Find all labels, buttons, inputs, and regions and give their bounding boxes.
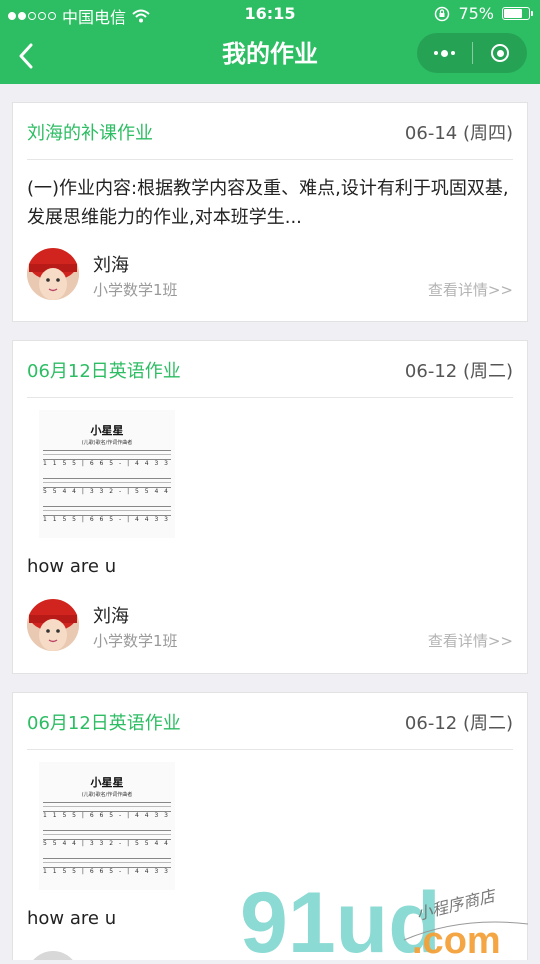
author-row: 刘海 小学数学1班 查看详情>> bbox=[27, 239, 513, 309]
homework-title: 06月12日英语作业 bbox=[27, 361, 181, 382]
sheet-music-title: 小星星 bbox=[90, 776, 124, 789]
homework-card[interactable]: 06月12日英语作业 06-12 (周二) 小星星 (儿歌)歌名/作词作曲者 1… bbox=[12, 692, 528, 960]
back-button[interactable] bbox=[8, 38, 44, 74]
homework-content: (一)作业内容:根据教学内容及重、难点,设计有利于巩固双基,发展思维能力的作业,… bbox=[27, 178, 509, 228]
homework-card[interactable]: 06月12日英语作业 06-12 (周二) 小星星 (儿歌)歌名/作词作曲者 1… bbox=[12, 340, 528, 674]
staff-line bbox=[43, 450, 171, 460]
close-mini-program-button[interactable] bbox=[473, 33, 527, 73]
more-button[interactable] bbox=[417, 33, 472, 73]
staff-line bbox=[43, 478, 171, 488]
avatar bbox=[27, 599, 79, 651]
sheet-music-title: 小星星 bbox=[90, 424, 124, 437]
sheet-music-subtitle: (儿歌)歌名/作词作曲者 bbox=[81, 792, 133, 798]
homework-content: how are u bbox=[27, 556, 117, 577]
staff-line bbox=[43, 506, 171, 516]
author-name: 刘海 bbox=[93, 255, 129, 276]
homework-image[interactable]: 小星星 (儿歌)歌名/作词作曲者 1 1 5 5 | 6 6 5 - | 4 4… bbox=[39, 410, 175, 538]
author-class: 小学数学1班 bbox=[93, 281, 178, 299]
status-bar: 中国电信 16:15 75% bbox=[0, 0, 540, 28]
mini-program-capsule bbox=[417, 33, 527, 73]
sheet-row: 1 1 5 5 | 6 6 5 - | 4 4 3 3 | 2 2 1 - bbox=[43, 516, 171, 523]
card-header: 06月12日英语作业 06-12 (周二) bbox=[27, 693, 513, 750]
card-header: 06月12日英语作业 06-12 (周二) bbox=[27, 341, 513, 398]
author-name: 刘海 bbox=[93, 606, 129, 627]
author-row: 刘海 小学数学1班 查看详情>> bbox=[27, 590, 513, 660]
staff-line bbox=[43, 802, 171, 812]
author-class: 小学数学1班 bbox=[93, 632, 178, 650]
staff-line bbox=[43, 858, 171, 868]
battery-icon bbox=[502, 7, 533, 20]
chevron-left-icon bbox=[19, 43, 33, 69]
card-header: 刘海的补课作业 06-14 (周四) bbox=[27, 103, 513, 160]
homework-image[interactable]: 小星星 (儿歌)歌名/作词作曲者 1 1 5 5 | 6 6 5 - | 4 4… bbox=[39, 762, 175, 890]
homework-title: 06月12日英语作业 bbox=[27, 713, 181, 734]
status-right: 75% bbox=[434, 4, 533, 23]
homework-card[interactable]: 刘海的补课作业 06-14 (周四) (一)作业内容:根据教学内容及重、难点,设… bbox=[12, 102, 528, 322]
navigation-bar: 我的作业 bbox=[0, 28, 540, 84]
staff-line bbox=[43, 830, 171, 840]
sheet-row: 5 5 4 4 | 3 3 2 - | 5 5 4 4 | 3 3 2 - bbox=[43, 840, 171, 847]
homework-title: 刘海的补课作业 bbox=[27, 123, 153, 144]
homework-date: 06-14 (周四) bbox=[404, 123, 513, 144]
homework-date: 06-12 (周二) bbox=[404, 713, 513, 734]
app-header: 中国电信 16:15 75% 我的作业 bbox=[0, 0, 540, 84]
avatar bbox=[27, 951, 79, 960]
sheet-row: 1 1 5 5 | 6 6 5 - | 4 4 3 3 | 2 2 1 - bbox=[43, 812, 171, 819]
homework-list: 刘海的补课作业 06-14 (周四) (一)作业内容:根据教学内容及重、难点,设… bbox=[0, 84, 540, 960]
sheet-music-subtitle: (儿歌)歌名/作词作曲者 bbox=[81, 440, 133, 446]
homework-content: how are u bbox=[27, 908, 117, 929]
battery-percent: 75% bbox=[458, 4, 494, 23]
view-details-link[interactable]: 查看详情>> bbox=[428, 630, 513, 651]
view-details-link[interactable]: 查看详情>> bbox=[428, 279, 513, 300]
sheet-row: 1 1 5 5 | 6 6 5 - | 4 4 3 3 | 2 2 1 - bbox=[43, 868, 171, 875]
sheet-row: 5 5 4 4 | 3 3 2 - | 5 5 4 4 | 3 3 2 - bbox=[43, 488, 171, 495]
homework-date: 06-12 (周二) bbox=[404, 361, 513, 382]
author-row bbox=[27, 942, 513, 960]
avatar bbox=[27, 248, 79, 300]
sheet-row: 1 1 5 5 | 6 6 5 - | 4 4 3 3 | 2 2 1 - bbox=[43, 460, 171, 467]
rotation-lock-icon bbox=[435, 6, 450, 21]
target-icon bbox=[491, 44, 509, 62]
